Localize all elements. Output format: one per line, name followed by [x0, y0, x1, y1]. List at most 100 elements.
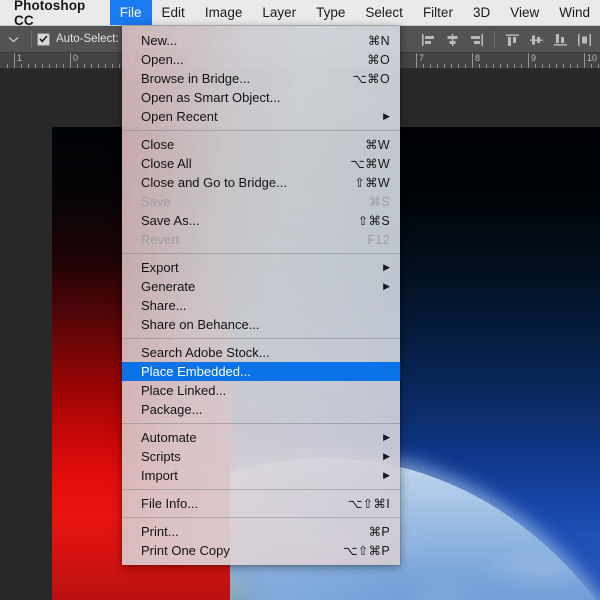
menu-item-close-all[interactable]: Close All ⌥⌘W: [122, 154, 400, 173]
ruler-minor-tick: [577, 64, 578, 68]
menu-item-label: Save: [141, 194, 171, 209]
menu-item-shortcut: ⌘N: [367, 34, 390, 48]
menu-item-open-as-smart-object[interactable]: Open as Smart Object...: [122, 88, 400, 107]
menubar-item-file[interactable]: File: [109, 0, 152, 25]
ruler-major-tick: [416, 53, 417, 68]
ruler-minor-tick: [423, 64, 424, 68]
menu-item-generate[interactable]: Generate ▶: [122, 277, 400, 296]
menu-item-file-info[interactable]: File Info... ⌥⇧⌘I: [122, 494, 400, 513]
menubar-item-select[interactable]: Select: [355, 0, 413, 25]
ruler-minor-tick: [479, 64, 480, 68]
menu-item-label: Search Adobe Stock...: [141, 345, 270, 360]
distribute-horizontally-icon[interactable]: [573, 29, 596, 50]
ruler-minor-tick: [570, 64, 571, 68]
menu-item-browse-in-bridge[interactable]: Browse in Bridge... ⌥⌘O: [122, 69, 400, 88]
menu-item-label: Open as Smart Object...: [141, 90, 281, 105]
auto-select-checkbox[interactable]: [37, 32, 50, 46]
menu-item-label: Close All: [141, 156, 192, 171]
menu-item-label: Print One Copy: [141, 543, 230, 558]
menu-item-label: Close: [141, 137, 175, 152]
menu-item-print[interactable]: Print... ⌘P: [122, 522, 400, 541]
ruler-minor-tick: [21, 64, 22, 68]
menu-item-shortcut: ⌥⌘O: [352, 72, 390, 86]
menubar-item-view[interactable]: View: [500, 0, 549, 25]
menu-item-close-and-go-to-bridge[interactable]: Close and Go to Bridge... ⇧⌘W: [122, 173, 400, 192]
menubar: Photoshop CC File Edit Image Layer Type Selec…: [0, 0, 600, 28]
menu-separator: [122, 130, 400, 131]
menu-item-save-as[interactable]: Save As... ⇧⌘S: [122, 211, 400, 230]
align-tools-group: [417, 26, 596, 53]
ruler-label: 10: [587, 53, 598, 63]
menu-item-label: Print...: [141, 524, 179, 539]
ruler-minor-tick: [535, 64, 536, 68]
ruler-minor-tick: [437, 64, 438, 68]
ruler-major-tick: [472, 53, 473, 68]
menu-item-import[interactable]: Import ▶: [122, 466, 400, 485]
menu-item-new[interactable]: New... ⌘N: [122, 31, 400, 50]
ruler-minor-tick: [521, 64, 522, 68]
menu-item-print-one-copy[interactable]: Print One Copy ⌥⇧⌘P: [122, 541, 400, 560]
menu-item-share[interactable]: Share...: [122, 296, 400, 315]
align-horizontal-centers-icon[interactable]: [441, 29, 464, 50]
menu-item-scripts[interactable]: Scripts ▶: [122, 447, 400, 466]
ruler-minor-tick: [119, 64, 120, 68]
menubar-item-type[interactable]: Type: [306, 0, 355, 25]
menu-item-search-adobe-stock[interactable]: Search Adobe Stock...: [122, 343, 400, 362]
auto-select-label: Auto-Select:: [56, 33, 119, 45]
menu-item-shortcut: ⌘O: [367, 53, 390, 67]
menu-item-label: Place Embedded...: [141, 364, 251, 379]
ruler-minor-tick: [112, 64, 113, 68]
menu-item-label: Revert: [141, 232, 180, 247]
menu-item-label: Open Recent: [141, 109, 218, 124]
align-right-edges-icon[interactable]: [465, 29, 488, 50]
ruler-minor-tick: [7, 64, 8, 68]
ruler-minor-tick: [451, 64, 452, 68]
menubar-item-wind[interactable]: Wind: [549, 0, 600, 25]
ruler-major-tick: [528, 53, 529, 68]
menu-separator: [122, 338, 400, 339]
ruler-minor-tick: [514, 64, 515, 68]
align-vertical-centers-icon[interactable]: [525, 29, 548, 50]
menu-item-open-recent[interactable]: Open Recent ▶: [122, 107, 400, 126]
menu-item-label: File Info...: [141, 496, 199, 511]
align-bottom-edges-icon[interactable]: [549, 29, 572, 50]
align-top-edges-icon[interactable]: [501, 29, 524, 50]
menu-item-package[interactable]: Package...: [122, 400, 400, 419]
menu-item-place-embedded[interactable]: Place Embedded...: [122, 362, 400, 381]
menu-item-label: Close and Go to Bridge...: [141, 175, 287, 190]
ruler-minor-tick: [42, 64, 43, 68]
menu-item-export[interactable]: Export ▶: [122, 258, 400, 277]
ruler-minor-tick: [598, 64, 599, 68]
ruler-label: 0: [73, 53, 79, 63]
ruler-major-tick: [70, 53, 71, 68]
menubar-item-edit[interactable]: Edit: [152, 0, 195, 25]
menubar-item-3d[interactable]: 3D: [463, 0, 500, 25]
menu-item-shortcut: ⌥⇧⌘P: [343, 544, 390, 558]
menubar-item-layer[interactable]: Layer: [252, 0, 306, 25]
chevron-down-icon[interactable]: [0, 26, 26, 53]
ruler-minor-tick: [556, 64, 557, 68]
ruler-minor-tick: [444, 64, 445, 68]
ruler-label: 7: [419, 53, 425, 63]
menu-item-close[interactable]: Close ⌘W: [122, 135, 400, 154]
menu-item-automate[interactable]: Automate ▶: [122, 428, 400, 447]
menubar-items: File Edit Image Layer Type Select Filter 3D View…: [109, 0, 600, 25]
align-left-edges-icon[interactable]: [417, 29, 440, 50]
align-tools-divider: [494, 31, 495, 48]
ruler-label: 9: [531, 53, 537, 63]
ruler-minor-tick: [486, 64, 487, 68]
submenu-arrow-icon: ▶: [383, 262, 390, 272]
ruler-minor-tick: [49, 64, 50, 68]
menu-item-label: Automate: [141, 430, 197, 445]
ruler-minor-tick: [563, 64, 564, 68]
menu-item-share-on-behance[interactable]: Share on Behance...: [122, 315, 400, 334]
ruler-minor-tick: [465, 64, 466, 68]
ruler-label: 8: [475, 53, 481, 63]
menu-item-place-linked[interactable]: Place Linked...: [122, 381, 400, 400]
app-name: Photoshop CC: [14, 0, 86, 28]
menubar-item-image[interactable]: Image: [195, 0, 253, 25]
menu-item-open[interactable]: Open... ⌘O: [122, 50, 400, 69]
ruler-minor-tick: [98, 64, 99, 68]
menubar-item-filter[interactable]: Filter: [413, 0, 463, 25]
menu-item-label: Export: [141, 260, 179, 275]
